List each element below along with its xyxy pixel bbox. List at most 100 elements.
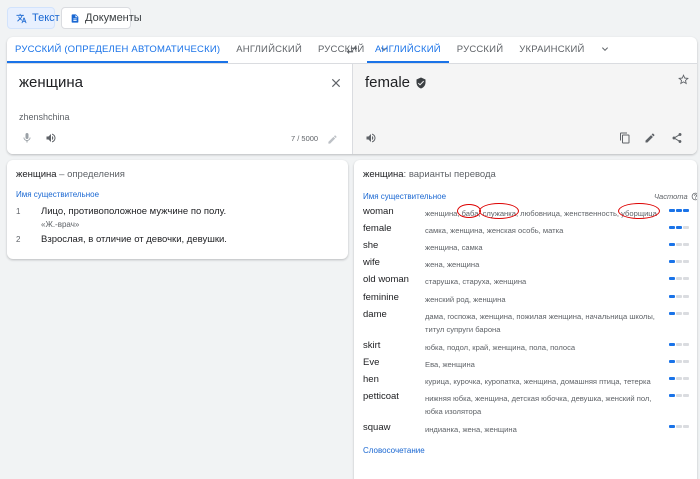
frequency-bars	[669, 277, 689, 280]
frequency-bar	[676, 425, 682, 428]
help-icon[interactable]	[691, 192, 697, 201]
frequency-bar	[676, 343, 682, 346]
translations-heading: женщина: варианты перевода	[363, 169, 496, 180]
clear-source-button[interactable]	[329, 76, 343, 90]
source-lang-tab-russian[interactable]: РУССКИЙ	[310, 37, 372, 63]
frequency-bar	[683, 226, 689, 229]
definition-item: 1 Лицо, противоположное мужчине по полу.…	[16, 206, 226, 229]
definition-text: Лицо, противоположное мужчине по полу.	[41, 206, 227, 217]
speaker-icon	[45, 132, 57, 144]
chevron-down-icon	[599, 43, 611, 55]
translation-word[interactable]: she	[363, 240, 378, 251]
target-lang-tab-ukrainian[interactable]: УКРАИНСКИЙ	[511, 37, 592, 63]
target-lang-tab-english[interactable]: АНГЛИЙСКИЙ	[367, 37, 449, 63]
frequency-bar	[683, 394, 689, 397]
frequency-bars	[669, 209, 689, 212]
definitions-heading: женщина – определения	[16, 169, 125, 180]
back-translations[interactable]: индианка, жена, женщина	[425, 423, 665, 436]
translation-word[interactable]: wife	[363, 257, 380, 268]
source-text-input[interactable]: женщина	[19, 74, 83, 91]
handwriting-button[interactable]	[327, 132, 338, 150]
documents-mode-label: Документы	[85, 12, 142, 24]
translations-suffix: : варианты перевода	[403, 169, 496, 180]
translations-card: женщина: варианты перевода Имя существит…	[354, 160, 697, 479]
voice-input-button[interactable]	[21, 131, 33, 149]
back-translations[interactable]: жена, женщина	[425, 258, 665, 271]
back-translations[interactable]: Ева, женщина	[425, 358, 665, 371]
translation-word[interactable]: petticoat	[363, 391, 399, 402]
translation-word[interactable]: female	[363, 223, 392, 234]
source-lang-tab-detected[interactable]: РУССКИЙ (ОПРЕДЕЛЕН АВТОМАТИЧЕСКИ)	[7, 37, 229, 63]
translation-word[interactable]: woman	[363, 206, 394, 217]
definition-number: 2	[16, 235, 21, 244]
back-translations[interactable]: женщина, самка	[425, 241, 665, 254]
frequency-bar	[669, 260, 675, 263]
frequency-bar	[676, 260, 682, 263]
translation-word[interactable]: squaw	[363, 422, 390, 433]
target-lang-tab-russian[interactable]: РУССКИЙ	[449, 37, 511, 63]
translation-word[interactable]: dame	[363, 309, 387, 320]
translation-text: female	[365, 74, 411, 91]
source-language-tabs: РУССКИЙ (ОПРЕДЕЛЕН АВТОМАТИЧЕСКИ) АНГЛИЙ…	[7, 37, 388, 63]
frequency-bars	[669, 312, 689, 315]
phrases-link[interactable]: Словосочетание	[363, 446, 425, 455]
translation-word[interactable]: feminine	[363, 292, 399, 303]
frequency-bar	[676, 243, 682, 246]
frequency-bar	[676, 360, 682, 363]
back-translations[interactable]: самка, женщина, женская особь, матка	[425, 224, 665, 237]
definition-text: Взрослая, в отличие от девочки, девушки.	[41, 234, 227, 245]
save-translation-button[interactable]	[677, 73, 690, 91]
copy-translation-button[interactable]	[619, 131, 631, 149]
translation-word[interactable]: hen	[363, 374, 379, 385]
swap-languages-button[interactable]	[345, 43, 359, 57]
translation-word[interactable]: Eve	[363, 357, 379, 368]
back-translations[interactable]: курица, курочка, куропатка, женщина, дом…	[425, 375, 665, 388]
frequency-bar	[669, 209, 675, 212]
listen-source-button[interactable]	[45, 131, 57, 149]
frequency-bars	[669, 343, 689, 346]
frequency-bar	[669, 243, 675, 246]
text-mode-label: Текст	[32, 12, 60, 24]
frequency-bar	[676, 209, 682, 212]
target-lang-more-button[interactable]	[593, 37, 617, 63]
frequency-bar	[676, 277, 682, 280]
close-icon	[329, 76, 343, 90]
definition-number: 1	[16, 207, 21, 216]
translations-word: женщина	[363, 169, 404, 180]
frequency-bars	[669, 425, 689, 428]
back-translations[interactable]: юбка, подол, край, женщина, пола, полоса	[425, 341, 665, 354]
mic-icon	[21, 132, 33, 144]
translate-icon	[16, 13, 27, 24]
share-icon	[671, 132, 683, 144]
frequency-bar	[676, 394, 682, 397]
documents-mode-button[interactable]: Документы	[61, 7, 142, 29]
target-language-tabs: АНГЛИЙСКИЙ РУССКИЙ УКРАИНСКИЙ	[367, 37, 697, 63]
frequency-bars	[669, 295, 689, 298]
transliteration: zhenshchina	[19, 112, 70, 122]
frequency-bar	[669, 226, 675, 229]
document-icon	[70, 13, 80, 24]
frequency-bar	[669, 343, 675, 346]
frequency-label: Частота	[654, 192, 688, 201]
back-translations[interactable]: женский род, женщина	[425, 293, 665, 306]
text-mode-button[interactable]: Текст	[7, 7, 60, 29]
share-translation-button[interactable]	[671, 131, 683, 149]
source-lang-tab-english[interactable]: АНГЛИЙСКИЙ	[228, 37, 310, 63]
listen-translation-button[interactable]	[365, 131, 377, 149]
back-translations[interactable]: нижняя юбка, женщина, детская юбочка, де…	[425, 392, 665, 418]
frequency-bar	[676, 312, 682, 315]
speaker-icon	[365, 132, 377, 144]
back-translations[interactable]: старушка, старуха, женщина	[425, 275, 665, 288]
back-translations[interactable]: женщина, баба, служанка, любовница, женс…	[425, 207, 665, 220]
frequency-bars	[669, 360, 689, 363]
translation-word[interactable]: skirt	[363, 340, 380, 351]
back-translations[interactable]: дама, госпожа, женщина, пожилая женщина,…	[425, 310, 665, 336]
pencil-icon	[644, 132, 656, 144]
frequency-bar	[669, 360, 675, 363]
frequency-bar	[683, 312, 689, 315]
translation-word[interactable]: old woman	[363, 274, 409, 285]
definitions-card: женщина – определения Имя существительно…	[7, 160, 348, 259]
edit-translation-button[interactable]	[644, 131, 656, 149]
definitions-part-of-speech: Имя существительное	[16, 190, 100, 199]
source-pane: женщина zhenshchina 7 / 5000	[7, 64, 352, 154]
